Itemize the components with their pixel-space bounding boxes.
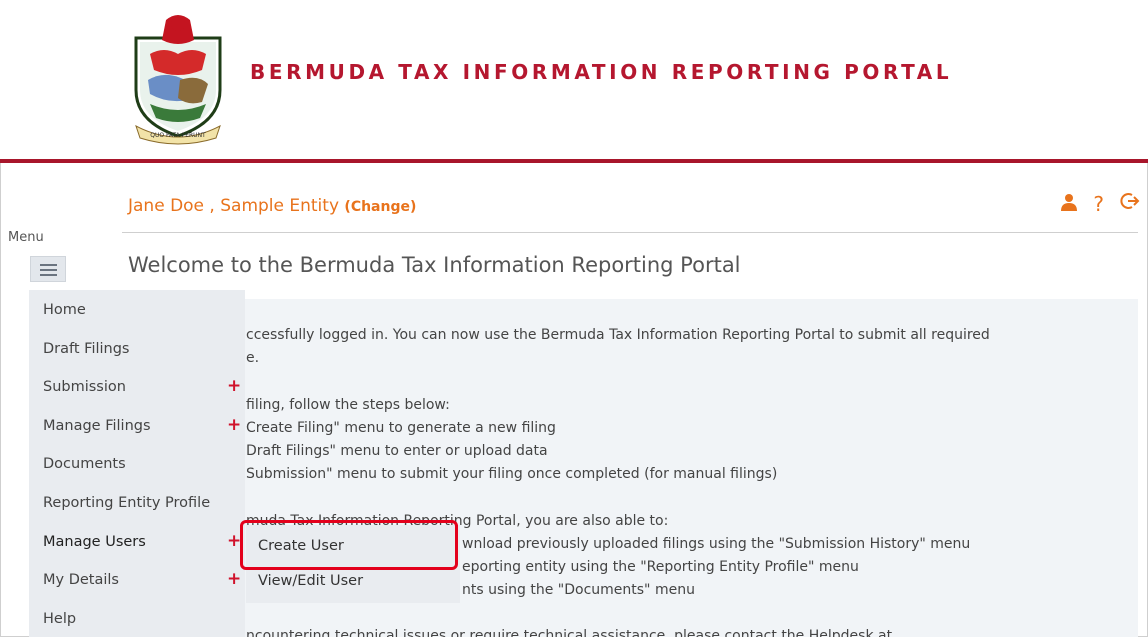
welcome-text-line: ccessfully logged in. You can now use th… xyxy=(246,327,990,343)
user-entity-line: Jane Doe , Sample Entity (Change) xyxy=(128,196,416,216)
welcome-text-line: wnload previously uploaded filings using… xyxy=(462,536,971,552)
change-entity-link[interactable]: (Change) xyxy=(344,199,416,215)
menu-item-documents[interactable]: Documents xyxy=(43,456,126,472)
logout-icon[interactable] xyxy=(1120,190,1140,218)
welcome-text-line: Draft Filings" menu to enter or upload d… xyxy=(246,443,548,459)
side-menu: Home Draft Filings Submission Manage Fil… xyxy=(29,290,245,637)
portal-title: BERMUDA TAX INFORMATION REPORTING PORTAL xyxy=(250,60,953,84)
manage-filings-expand-icon[interactable]: + xyxy=(227,415,241,435)
my-details-expand-icon[interactable]: + xyxy=(227,569,241,589)
menu-label: Menu xyxy=(8,230,44,245)
help-icon[interactable]: ? xyxy=(1093,190,1104,218)
bermuda-crest-logo: QUO FATA FERUNT xyxy=(134,15,222,145)
submenu-item-view-edit-user[interactable]: View/Edit User xyxy=(258,573,363,589)
page-title: Welcome to the Bermuda Tax Information R… xyxy=(128,253,741,277)
header-divider xyxy=(0,159,1148,163)
welcome-text-line: filing, follow the steps below: xyxy=(246,397,450,413)
menu-item-help[interactable]: Help xyxy=(43,611,76,627)
welcome-text-line: eporting entity using the "Reporting Ent… xyxy=(462,559,859,575)
menu-item-manage-filings[interactable]: Manage Filings xyxy=(43,418,151,434)
top-icon-bar: ? xyxy=(1061,190,1140,218)
menu-item-manage-users[interactable]: Manage Users xyxy=(43,534,146,550)
welcome-text-line: Submission" menu to submit your filing o… xyxy=(246,466,778,482)
menu-item-reporting-entity-profile[interactable]: Reporting Entity Profile xyxy=(43,495,210,511)
welcome-text-line: Create Filing" menu to generate a new fi… xyxy=(246,420,556,436)
menu-item-draft-filings[interactable]: Draft Filings xyxy=(43,341,129,357)
user-icon[interactable] xyxy=(1061,190,1078,218)
hamburger-menu-icon[interactable] xyxy=(30,256,66,282)
welcome-text-line: e. xyxy=(246,350,260,366)
user-entity-name: Jane Doe , Sample Entity xyxy=(128,196,345,216)
welcome-text-line: nts using the "Documents" menu xyxy=(462,582,695,598)
crest-motto: QUO FATA FERUNT xyxy=(150,132,206,139)
create-user-highlight xyxy=(240,520,458,570)
menu-item-submission[interactable]: Submission xyxy=(43,379,126,395)
site-header: QUO FATA FERUNT BERMUDA TAX INFORMATION … xyxy=(0,0,1148,160)
menu-item-home[interactable]: Home xyxy=(43,302,86,318)
user-bar-divider xyxy=(122,232,1138,233)
welcome-text-line: ncountering technical issues or require … xyxy=(246,628,893,637)
menu-item-my-details[interactable]: My Details xyxy=(43,572,119,588)
submission-expand-icon[interactable]: + xyxy=(227,376,241,396)
